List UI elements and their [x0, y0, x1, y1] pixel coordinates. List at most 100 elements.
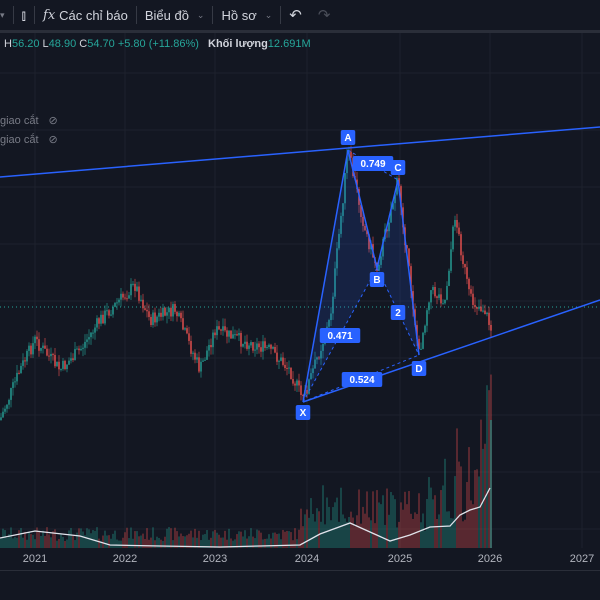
volume-bar: [404, 491, 406, 548]
volume-bar: [58, 538, 60, 548]
volume-bar: [416, 514, 418, 548]
candlestick-icon[interactable]: ⫾: [14, 0, 34, 30]
volume-bar: [346, 521, 348, 548]
candle-body: [78, 348, 80, 351]
volume-bar: [190, 530, 192, 548]
candle-body: [8, 399, 10, 405]
volume-bar: [438, 514, 440, 548]
volume-bar: [376, 490, 378, 548]
volume-bar: [108, 535, 110, 548]
time-axis[interactable]: 2021 2022 2023 2024 2025 2026 2027: [0, 548, 600, 571]
candle-body: [192, 352, 194, 354]
candle-body: [462, 255, 464, 265]
high-label: H: [4, 38, 12, 50]
volume-bar: [292, 540, 294, 548]
candle-body: [132, 283, 134, 285]
candle-body: [156, 316, 158, 323]
volume-bar: [374, 523, 376, 548]
candle-body: [38, 339, 40, 351]
volume-bar: [96, 527, 98, 548]
volume-bar: [478, 476, 480, 548]
eye-off-icon[interactable]: ⊘: [49, 114, 58, 127]
eye-off-icon[interactable]: ⊘: [49, 133, 58, 146]
candle-body: [136, 286, 138, 291]
candle-body: [184, 328, 186, 330]
candle-body: [60, 368, 62, 370]
indicator-row[interactable]: giao cắt ⊘: [0, 133, 58, 147]
candle-body: [216, 326, 218, 336]
candle-body: [436, 296, 438, 298]
candle-body: [152, 312, 154, 326]
volume-bar: [144, 539, 146, 548]
profile-menu-button[interactable]: Hồ sơ ⌄: [213, 0, 280, 30]
indicators-button[interactable]: fx Các chỉ báo: [35, 0, 136, 30]
volume-bar: [32, 534, 34, 548]
candle-body: [282, 357, 284, 365]
candle-body: [424, 325, 426, 333]
candle-body: [198, 357, 200, 372]
candle-body: [300, 385, 302, 395]
candle-body: [224, 326, 226, 331]
indicators-label: Các chỉ báo: [59, 7, 128, 23]
volume-bar: [98, 538, 100, 548]
volume-bar: [334, 502, 336, 548]
volume-bar: [340, 487, 342, 548]
volume-bar: [48, 534, 50, 548]
volume-bar: [38, 532, 40, 548]
candle-body: [162, 307, 164, 317]
candle-body: [180, 312, 182, 319]
candle-body: [52, 353, 54, 355]
volume-bar: [400, 502, 402, 548]
ratio-xd: 0.524: [349, 375, 374, 386]
candle-body: [284, 364, 286, 368]
indicator-row[interactable]: giao cắt ⊘: [0, 114, 58, 128]
undo-icon[interactable]: ↶: [281, 0, 310, 30]
candle-body: [440, 294, 442, 304]
candle-body: [188, 333, 190, 341]
volume-bar: [206, 529, 208, 548]
candle-body: [452, 226, 454, 250]
candle-body: [74, 349, 76, 361]
volume-bar: [382, 495, 384, 548]
candle-body: [16, 372, 18, 382]
volume-bar: [50, 537, 52, 548]
ratio-ac: 0.749: [360, 159, 385, 170]
candle-body: [230, 330, 232, 339]
volume-bar: [470, 500, 472, 548]
volume-bar: [146, 528, 148, 548]
candle-body: [20, 365, 22, 374]
candle-body: [472, 293, 474, 305]
volume-bar: [18, 530, 20, 548]
candle-body: [466, 267, 468, 279]
candle-body: [238, 333, 240, 336]
candle-body: [256, 343, 258, 350]
chart-label: Biểu đồ: [144, 7, 189, 23]
candle-body: [106, 310, 108, 312]
redo-icon[interactable]: ↷: [310, 0, 339, 30]
candle-body: [298, 380, 300, 386]
volume-bar: [244, 530, 246, 548]
candle-body: [126, 298, 128, 300]
chart-menu-button[interactable]: Biểu đồ ⌄: [137, 0, 213, 30]
volume-bar: [270, 538, 272, 548]
volume-bar: [10, 527, 12, 548]
candle-body: [102, 314, 104, 324]
volume-bar: [204, 534, 206, 548]
candle-body: [88, 337, 90, 340]
volume-bar: [74, 540, 76, 548]
volume-bar: [442, 485, 444, 548]
chevron-down-icon[interactable]: ▾: [0, 0, 13, 30]
volume-bar: [482, 448, 484, 548]
candle-body: [294, 383, 296, 386]
volume-bar: [54, 529, 56, 548]
candle-body: [242, 343, 244, 347]
volume-bar: [370, 520, 372, 548]
volume-bar: [70, 527, 72, 548]
volume-bar: [194, 528, 196, 548]
volume-bar: [306, 509, 308, 548]
candle-body: [2, 411, 4, 418]
volume-bar: [6, 537, 8, 548]
price-chart[interactable]: X A B C D 0.471 0.749 2 0.524: [0, 33, 600, 548]
candle-body: [54, 354, 56, 367]
candle-body: [426, 310, 428, 326]
